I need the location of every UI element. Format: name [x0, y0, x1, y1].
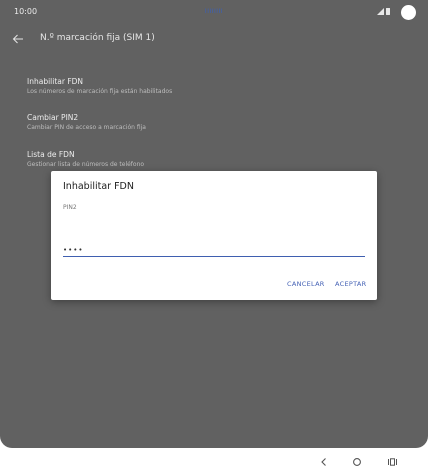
setting-subtitle: Gestionar lista de números de teléfono [27, 161, 145, 168]
home-icon[interactable] [352, 457, 362, 467]
setting-subtitle: Cambiar PIN de acceso a marcación fija [27, 124, 146, 131]
back-icon[interactable] [319, 457, 329, 467]
status-carrier: IIIIIIII [204, 8, 224, 15]
setting-title: Lista de FDN [27, 150, 75, 159]
pin2-input[interactable] [63, 244, 365, 257]
camera-dot [401, 5, 416, 20]
disable-fdn-dialog: Inhabilitar FDN PIN2 CANCELAR ACEPTAR [51, 171, 377, 300]
app-bar: N.º marcación fija (SIM 1) [0, 26, 428, 52]
arrow-back-icon[interactable] [12, 33, 24, 45]
status-bar: 10:00 IIIIIIII [0, 0, 428, 26]
setting-title: Cambiar PIN2 [27, 113, 79, 122]
cancel-button[interactable]: CANCELAR [287, 280, 325, 288]
setting-subtitle: Los números de marcación fija están habi… [27, 88, 173, 95]
navigation-bar [0, 448, 428, 476]
screen: 10:00 IIIIIIII N.º marcación fija (SIM 1… [0, 0, 428, 448]
setting-disable-fdn[interactable]: Inhabilitar FDN Los números de marcación… [27, 77, 407, 96]
dialog-title: Inhabilitar FDN [63, 181, 134, 192]
accept-button[interactable]: ACEPTAR [335, 280, 366, 288]
setting-change-pin2[interactable]: Cambiar PIN2 Cambiar PIN de acceso a mar… [27, 113, 407, 132]
setting-title: Inhabilitar FDN [27, 77, 84, 86]
recents-icon[interactable] [387, 457, 398, 467]
pin2-label: PIN2 [63, 204, 77, 211]
page-title: N.º marcación fija (SIM 1) [40, 33, 155, 43]
signal-icon [377, 8, 390, 15]
setting-fdn-list[interactable]: Lista de FDN Gestionar lista de números … [27, 150, 407, 169]
